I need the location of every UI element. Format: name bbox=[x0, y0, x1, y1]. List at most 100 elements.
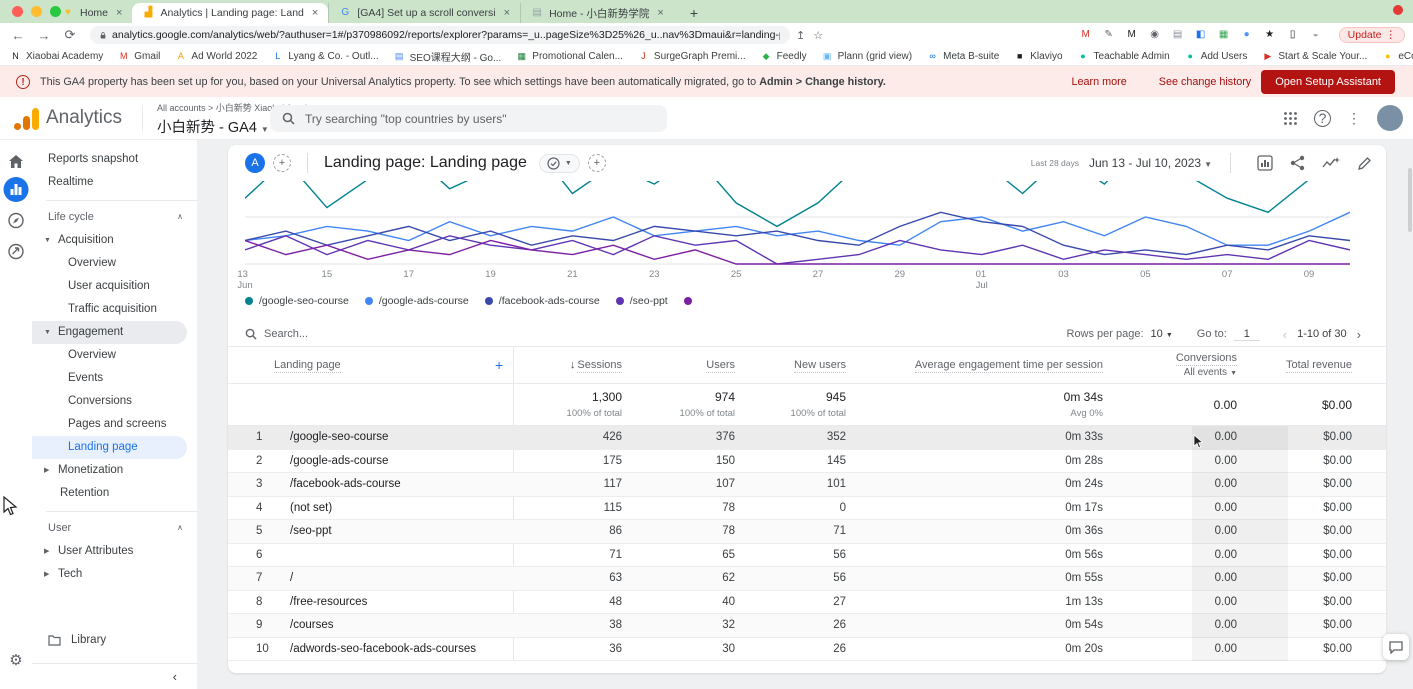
add-metric-button[interactable]: + bbox=[588, 154, 606, 172]
table-row-9[interactable]: 9/courses3832260m 54s0.00$0.00 bbox=[228, 614, 1386, 638]
sidebar-item-pages-and-screens[interactable]: Pages and screens bbox=[32, 413, 197, 436]
column-header-sessions[interactable]: ↓Sessions bbox=[513, 359, 622, 371]
sidebar-item-library[interactable]: Library bbox=[32, 625, 197, 655]
table-row-10[interactable]: 10/adwords-seo-facebook-ads-courses36302… bbox=[228, 638, 1386, 662]
previous-page-button[interactable]: ‹ bbox=[1280, 327, 1290, 342]
column-header-users[interactable]: Users bbox=[622, 359, 735, 371]
scrollbar-thumb[interactable] bbox=[1408, 168, 1412, 232]
table-row-6[interactable]: 67165560m 56s0.00$0.00 bbox=[228, 544, 1386, 568]
collapse-section-icon[interactable]: ∧ bbox=[177, 516, 183, 540]
column-header-total-revenue[interactable]: Total revenue bbox=[1237, 359, 1352, 371]
table-search-input[interactable]: Search... bbox=[245, 328, 308, 340]
table-row-8[interactable]: 8/free-resources4840271m 13s0.00$0.00 bbox=[228, 591, 1386, 615]
collapse-sidebar-button[interactable]: ‹ bbox=[32, 663, 197, 689]
tab-close-icon[interactable]: × bbox=[655, 7, 665, 19]
bookmark-lyang-co-outl[interactable]: LLyang & Co. - Outl... bbox=[272, 51, 378, 62]
column-header-landing-page[interactable]: Landing page bbox=[274, 359, 513, 371]
table-row-1[interactable]: 1/google-seo-course4263763520m 33s0.00$0… bbox=[228, 426, 1386, 450]
sidebar-item-landing-page[interactable]: Landing page bbox=[32, 436, 187, 459]
edit-report-icon[interactable] bbox=[1357, 156, 1372, 171]
table-row-7[interactable]: 7/6362560m 55s0.00$0.00 bbox=[228, 567, 1386, 591]
sidebar-item-events[interactable]: Events bbox=[32, 367, 197, 390]
sidebar-item-acquisition[interactable]: ▼Acquisition bbox=[32, 229, 197, 252]
share-report-icon[interactable] bbox=[1290, 155, 1305, 171]
browser-tab-analytics-landing-page-land[interactable]: ▟Analytics | Landing page: Land× bbox=[132, 3, 328, 23]
avatar[interactable] bbox=[1377, 105, 1403, 131]
share-page-icon[interactable]: ↥ bbox=[796, 29, 805, 42]
dimension-selector-chip[interactable]: ▼ bbox=[539, 154, 580, 173]
tab-close-icon[interactable]: × bbox=[310, 7, 320, 19]
segment-chip-all-users[interactable]: A bbox=[245, 153, 265, 173]
browser-tab-home[interactable]: ▤Home - 小白新势学院× bbox=[520, 3, 674, 23]
home-icon[interactable] bbox=[8, 154, 24, 169]
column-header-conversions[interactable]: Conversions All events▼ bbox=[1103, 352, 1237, 378]
sidebar-item-monetization[interactable]: ▶Monetization bbox=[32, 459, 197, 482]
learn-more-link[interactable]: Learn more bbox=[1072, 76, 1127, 88]
bookmark-klaviyo[interactable]: ■Klaviyo bbox=[1014, 51, 1062, 62]
table-row-3[interactable]: 3/facebook-ads-course1171071010m 24s0.00… bbox=[228, 473, 1386, 497]
table-row-5[interactable]: 5/seo-ppt8678710m 36s0.00$0.00 bbox=[228, 520, 1386, 544]
legend-item-seo-ppt[interactable]: /seo-ppt bbox=[616, 295, 668, 307]
browser-tab-ga4-set-up-a-scroll-conversi[interactable]: G[GA4] Set up a scroll conversi× bbox=[328, 3, 520, 23]
reload-button[interactable]: ⟳ bbox=[60, 27, 80, 43]
admin-gear-icon[interactable]: ⚙ bbox=[9, 651, 22, 669]
browser-tab-home[interactable]: ♥Home× bbox=[52, 3, 132, 23]
add-comparison-button[interactable]: + bbox=[273, 154, 291, 172]
sidebar-item-engagement[interactable]: ▼Engagement bbox=[32, 321, 187, 344]
date-range-picker[interactable]: Jun 13 - Jul 10, 2023▼ bbox=[1089, 156, 1212, 170]
see-change-history-link[interactable]: See change history bbox=[1159, 76, 1251, 88]
sidebar-item-overview[interactable]: Overview bbox=[32, 344, 197, 367]
goto-page-input[interactable]: 1 bbox=[1234, 328, 1260, 341]
address-bar[interactable]: analytics.google.com/analytics/web/?auth… bbox=[90, 26, 790, 44]
collapse-section-icon[interactable]: ∧ bbox=[177, 205, 183, 229]
chevron-right-icon[interactable]: ▶ bbox=[44, 459, 52, 482]
rows-per-page-select[interactable]: 10 ▼ bbox=[1151, 328, 1173, 340]
column-header-avg-engagement[interactable]: Average engagement time per session bbox=[846, 359, 1103, 371]
table-row-2[interactable]: 2/google-ads-course1751501450m 28s0.00$0… bbox=[228, 450, 1386, 474]
sidebar-item-reports-snapshot[interactable]: Reports snapshot bbox=[32, 148, 197, 171]
sidebar-item-tech[interactable]: ▶Tech bbox=[32, 563, 197, 586]
conversions-event-filter[interactable]: All events▼ bbox=[1103, 367, 1237, 378]
bookmark-feedly[interactable]: ◆Feedly bbox=[761, 51, 807, 62]
chevron-right-icon[interactable]: ▶ bbox=[44, 563, 52, 586]
sidebar-item-user-attributes[interactable]: ▶User Attributes bbox=[32, 540, 197, 563]
bookmark-teachable-admin[interactable]: ●Teachable Admin bbox=[1078, 51, 1170, 62]
new-tab-button[interactable]: + bbox=[684, 6, 704, 20]
legend-item-item[interactable] bbox=[684, 297, 692, 305]
chevron-right-icon[interactable]: ▶ bbox=[44, 540, 52, 563]
column-header-new-users[interactable]: New users bbox=[735, 359, 846, 371]
comet-extension-icon[interactable]: ● bbox=[1240, 29, 1254, 41]
tab-close-icon[interactable]: × bbox=[114, 7, 124, 19]
search-input[interactable]: Try searching "top countries by users" bbox=[270, 105, 667, 132]
sidebar-item-user[interactable]: User∧ bbox=[32, 516, 197, 540]
customize-report-icon[interactable] bbox=[1257, 155, 1273, 171]
bookmark-start-scale-your[interactable]: ▶Start & Scale Your... bbox=[1262, 51, 1367, 62]
legend-item-google-seo-course[interactable]: /google-seo-course bbox=[245, 295, 349, 307]
open-setup-assistant-button[interactable]: Open Setup Assistant bbox=[1261, 70, 1395, 94]
gmail-extension-icon[interactable]: M bbox=[1079, 29, 1093, 41]
bookmark-ecommerce-case[interactable]: ●eCommerce Case... bbox=[1382, 51, 1413, 62]
bookmark-meta-b-suite[interactable]: ∞Meta B-suite bbox=[927, 51, 999, 62]
table-row-4[interactable]: 4(not set)1157800m 17s0.00$0.00 bbox=[228, 497, 1386, 521]
feedback-button[interactable] bbox=[1383, 634, 1409, 660]
bookmark-promotional-calen[interactable]: ▦Promotional Calen... bbox=[516, 51, 623, 62]
sessions-line-chart[interactable]: 10 0 bbox=[245, 181, 1350, 266]
bookmark-star-icon[interactable]: ☆ bbox=[813, 29, 823, 42]
m-extension-icon[interactable]: M bbox=[1125, 29, 1139, 41]
bookmark-add-users[interactable]: ●Add Users bbox=[1185, 51, 1248, 62]
pinned-extension-icon[interactable]: ★ bbox=[1263, 29, 1277, 41]
chrome-update-button[interactable]: Update ⋮ bbox=[1339, 27, 1405, 43]
meet-extension-icon[interactable]: ◒ bbox=[1309, 29, 1323, 41]
sidebar-item-traffic-acquisition[interactable]: Traffic acquisition bbox=[32, 298, 197, 321]
sidebar-item-life-cycle[interactable]: Life cycle∧ bbox=[32, 205, 197, 229]
pen-extension-icon[interactable]: ✎ bbox=[1102, 29, 1116, 41]
side-panel-icon[interactable]: ▯ bbox=[1286, 29, 1300, 41]
insights-icon[interactable] bbox=[1322, 156, 1340, 170]
explore-icon[interactable] bbox=[8, 212, 25, 229]
apps-grid-icon[interactable] bbox=[1283, 111, 1298, 126]
sidebar-item-realtime[interactable]: Realtime bbox=[32, 171, 197, 194]
back-button[interactable]: ← bbox=[8, 28, 28, 43]
camera-extension-icon[interactable]: ◉ bbox=[1148, 29, 1162, 41]
legend-item-google-ads-course[interactable]: /google-ads-course bbox=[365, 295, 469, 307]
close-window-button[interactable] bbox=[12, 6, 23, 17]
